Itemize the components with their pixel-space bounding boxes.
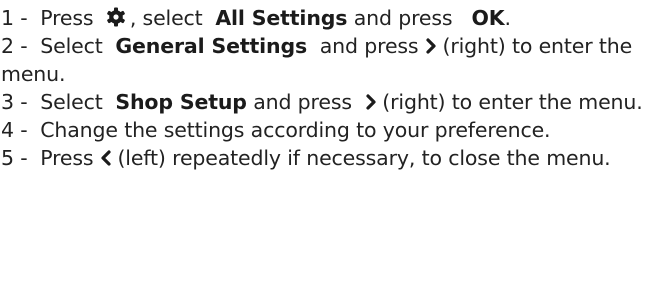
step-text: , select [129,6,203,30]
step-number: 5 - [1,146,28,170]
step-1: 1 - Press , select All Settings and pres… [1,4,667,32]
step-text: Change the settings according to your pr… [40,118,551,142]
step-text: and press [319,34,419,58]
step-number: 3 - [1,90,28,114]
step-text: Select [40,34,103,58]
step-text: and press [253,90,352,114]
step-number: 4 - [1,118,28,142]
chevron-left-icon [99,149,113,167]
step-number: 2 - [1,34,28,58]
instructions: 1 - Press , select All Settings and pres… [0,0,667,172]
menu-item-general-settings: General Settings [115,34,308,58]
step-2: 2 - Select General Settings and press (ri… [1,32,667,88]
menu-item-shop-setup: Shop Setup [115,90,247,114]
gear-icon [106,7,126,27]
step-3: 3 - Select Shop Setup and press (right) … [1,88,667,116]
step-4: 4 - Change the settings according to you… [1,116,667,144]
step-text: Press [40,6,94,30]
step-number: 1 - [1,6,28,30]
step-text: (right) to enter the menu. [382,90,643,114]
step-text: . [504,6,512,30]
ok-key: OK [471,6,505,30]
step-text: Select [40,90,103,114]
step-text: Press [40,146,94,170]
chevron-right-icon [424,37,438,55]
step-text: (left) repeatedly if necessary, to close… [117,146,611,170]
chevron-right-icon [364,93,378,111]
step-5: 5 - Press (left) repeatedly if necessary,… [1,144,667,172]
step-text: and press [353,6,453,30]
menu-item-all-settings: All Settings [215,6,348,30]
